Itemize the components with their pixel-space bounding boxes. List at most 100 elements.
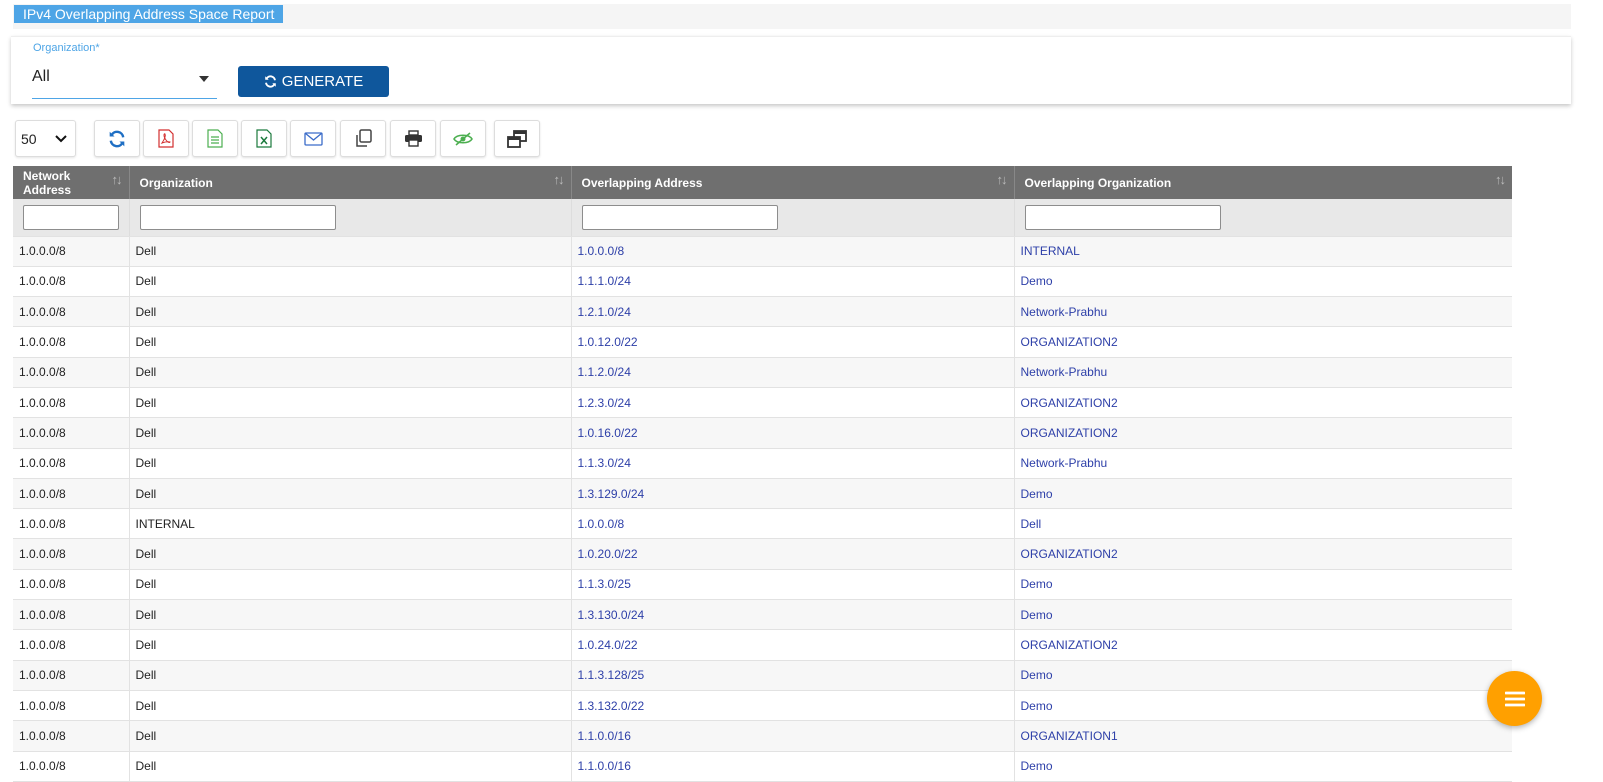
cell-organization: Dell: [129, 326, 572, 358]
table-row[interactable]: 1.0.0.0/8 Dell 1.3.130.0/24 Demo: [13, 599, 1512, 631]
table-row[interactable]: 1.0.0.0/8 Dell 1.1.3.0/24 Network-Prabhu: [13, 448, 1512, 479]
cell-network-address: 1.0.0.0/8: [13, 387, 130, 419]
cell-overlapping-organization[interactable]: ORGANIZATION2: [1014, 417, 1512, 449]
cell-organization: INTERNAL: [129, 508, 572, 540]
cell-overlapping-address[interactable]: 1.1.1.0/24: [571, 266, 1015, 298]
export-pdf-button[interactable]: [143, 120, 189, 157]
cell-overlapping-address[interactable]: 1.1.3.0/24: [571, 448, 1015, 479]
filter-organization-input[interactable]: [139, 204, 336, 230]
cell-overlapping-address[interactable]: 1.3.130.0/24: [571, 599, 1015, 631]
filter-overlapping-organization-input[interactable]: [1024, 204, 1221, 230]
print-icon: [404, 130, 422, 147]
excel-icon: [256, 129, 272, 148]
column-visibility-button[interactable]: [440, 120, 486, 157]
column-header-network-address[interactable]: Network Address ↑↓: [13, 166, 130, 199]
cell-overlapping-organization[interactable]: ORGANIZATION1: [1014, 720, 1512, 752]
email-button[interactable]: [290, 120, 336, 157]
cell-overlapping-address[interactable]: 1.1.0.0/16: [571, 751, 1015, 782]
print-button[interactable]: [390, 120, 436, 157]
table-header-row: Network Address ↑↓ Organization ↑↓ Overlap…: [13, 166, 1512, 199]
table-row[interactable]: 1.0.0.0/8 Dell 1.1.3.0/25 Demo: [13, 569, 1512, 601]
page-size-select[interactable]: 50: [15, 120, 76, 157]
chevron-down-icon: [55, 135, 67, 143]
column-header-organization[interactable]: Organization ↑↓: [129, 166, 572, 199]
cell-overlapping-organization[interactable]: Demo: [1014, 266, 1512, 298]
table-row[interactable]: 1.0.0.0/8 Dell 1.1.0.0/16 Demo: [13, 751, 1512, 782]
generate-label: GENERATE: [281, 73, 364, 90]
table-row[interactable]: 1.0.0.0/8 Dell 1.0.0.0/8 INTERNAL: [13, 236, 1512, 267]
cell-network-address: 1.0.0.0/8: [13, 720, 130, 752]
cell-network-address: 1.0.0.0/8: [13, 538, 130, 570]
cell-organization: Dell: [129, 660, 572, 691]
copy-icon: [355, 129, 372, 147]
table-row[interactable]: 1.0.0.0/8 Dell 1.0.20.0/22 ORGANIZATION2: [13, 538, 1512, 570]
filter-overlapping-address-input[interactable]: [581, 204, 778, 230]
organization-select[interactable]: All: [32, 59, 217, 99]
table-row[interactable]: 1.0.0.0/8 Dell 1.0.12.0/22 ORGANIZATION2: [13, 326, 1512, 358]
table-row[interactable]: 1.0.0.0/8 INTERNAL 1.0.0.0/8 Dell: [13, 508, 1512, 540]
cell-organization: Dell: [129, 538, 572, 570]
cell-overlapping-organization[interactable]: Demo: [1014, 569, 1512, 601]
cell-overlapping-organization[interactable]: Demo: [1014, 690, 1512, 722]
cell-overlapping-organization[interactable]: Dell: [1014, 508, 1512, 540]
cell-overlapping-organization[interactable]: Demo: [1014, 660, 1512, 691]
refresh-button[interactable]: [94, 120, 140, 157]
cell-overlapping-organization[interactable]: INTERNAL: [1014, 236, 1512, 267]
cell-organization: Dell: [129, 266, 572, 298]
cell-overlapping-address[interactable]: 1.1.0.0/16: [571, 720, 1015, 752]
cell-overlapping-organization[interactable]: Demo: [1014, 751, 1512, 782]
restore-window-button[interactable]: [494, 120, 540, 157]
export-csv-button[interactable]: [192, 120, 238, 157]
generate-button[interactable]: GENERATE: [238, 66, 389, 97]
cell-overlapping-organization[interactable]: ORGANIZATION2: [1014, 387, 1512, 419]
table-row[interactable]: 1.0.0.0/8 Dell 1.3.129.0/24 Demo: [13, 478, 1512, 510]
cell-overlapping-address[interactable]: 1.1.3.0/25: [571, 569, 1015, 601]
cell-organization: Dell: [129, 751, 572, 782]
cell-overlapping-address[interactable]: 1.0.16.0/22: [571, 417, 1015, 449]
cell-network-address: 1.0.0.0/8: [13, 357, 130, 388]
cell-overlapping-address[interactable]: 1.3.132.0/22: [571, 690, 1015, 722]
export-excel-button[interactable]: [241, 120, 287, 157]
cell-overlapping-organization[interactable]: Network-Prabhu: [1014, 448, 1512, 479]
cell-overlapping-address[interactable]: 1.0.20.0/22: [571, 538, 1015, 570]
cell-overlapping-address[interactable]: 1.2.1.0/24: [571, 296, 1015, 328]
table-row[interactable]: 1.0.0.0/8 Dell 1.1.2.0/24 Network-Prabhu: [13, 357, 1512, 388]
cell-network-address: 1.0.0.0/8: [13, 326, 130, 358]
cell-overlapping-address[interactable]: 1.1.3.128/25: [571, 660, 1015, 691]
cell-overlapping-organization[interactable]: ORGANIZATION2: [1014, 629, 1512, 661]
column-header-overlapping-address[interactable]: Overlapping Address ↑↓: [571, 166, 1015, 199]
cell-organization: Dell: [129, 387, 572, 419]
cell-organization: Dell: [129, 296, 572, 328]
cell-overlapping-address[interactable]: 1.0.0.0/8: [571, 236, 1015, 267]
table-row[interactable]: 1.0.0.0/8 Dell 1.2.3.0/24 ORGANIZATION2: [13, 387, 1512, 419]
cell-network-address: 1.0.0.0/8: [13, 569, 130, 601]
cell-overlapping-organization[interactable]: ORGANIZATION2: [1014, 538, 1512, 570]
table-row[interactable]: 1.0.0.0/8 Dell 1.0.24.0/22 ORGANIZATION2: [13, 629, 1512, 661]
cell-overlapping-organization[interactable]: Network-Prabhu: [1014, 296, 1512, 328]
copy-button[interactable]: [340, 120, 386, 157]
cell-overlapping-address[interactable]: 1.0.12.0/22: [571, 326, 1015, 358]
filter-network-address-input[interactable]: [23, 204, 119, 230]
cell-network-address: 1.0.0.0/8: [13, 266, 130, 298]
cell-overlapping-address[interactable]: 1.0.24.0/22: [571, 629, 1015, 661]
cell-overlapping-organization[interactable]: ORGANIZATION2: [1014, 326, 1512, 358]
cell-overlapping-address[interactable]: 1.2.3.0/24: [571, 387, 1015, 419]
cell-overlapping-organization[interactable]: Demo: [1014, 599, 1512, 631]
cell-overlapping-address[interactable]: 1.1.2.0/24: [571, 357, 1015, 388]
cell-overlapping-organization[interactable]: Network-Prabhu: [1014, 357, 1512, 388]
column-header-overlapping-organization[interactable]: Overlapping Organization ↑↓: [1014, 166, 1512, 199]
table-row[interactable]: 1.0.0.0/8 Dell 1.2.1.0/24 Network-Prabhu: [13, 296, 1512, 328]
page-size-value: 50: [21, 130, 37, 147]
table-row[interactable]: 1.0.0.0/8 Dell 1.1.0.0/16 ORGANIZATION1: [13, 720, 1512, 752]
cell-overlapping-organization[interactable]: Demo: [1014, 478, 1512, 510]
table-row[interactable]: 1.0.0.0/8 Dell 1.1.1.0/24 Demo: [13, 266, 1512, 298]
table-row[interactable]: 1.0.0.0/8 Dell 1.3.132.0/22 Demo: [13, 690, 1512, 722]
cell-overlapping-address[interactable]: 1.0.0.0/8: [571, 508, 1015, 540]
cell-network-address: 1.0.0.0/8: [13, 448, 130, 479]
table-row[interactable]: 1.0.0.0/8 Dell 1.0.16.0/22 ORGANIZATION2: [13, 417, 1512, 449]
csv-icon: [207, 129, 223, 148]
cell-organization: Dell: [129, 478, 572, 510]
table-row[interactable]: 1.0.0.0/8 Dell 1.1.3.128/25 Demo: [13, 660, 1512, 691]
cell-overlapping-address[interactable]: 1.3.129.0/24: [571, 478, 1015, 510]
menu-fab-button[interactable]: [1487, 671, 1542, 726]
